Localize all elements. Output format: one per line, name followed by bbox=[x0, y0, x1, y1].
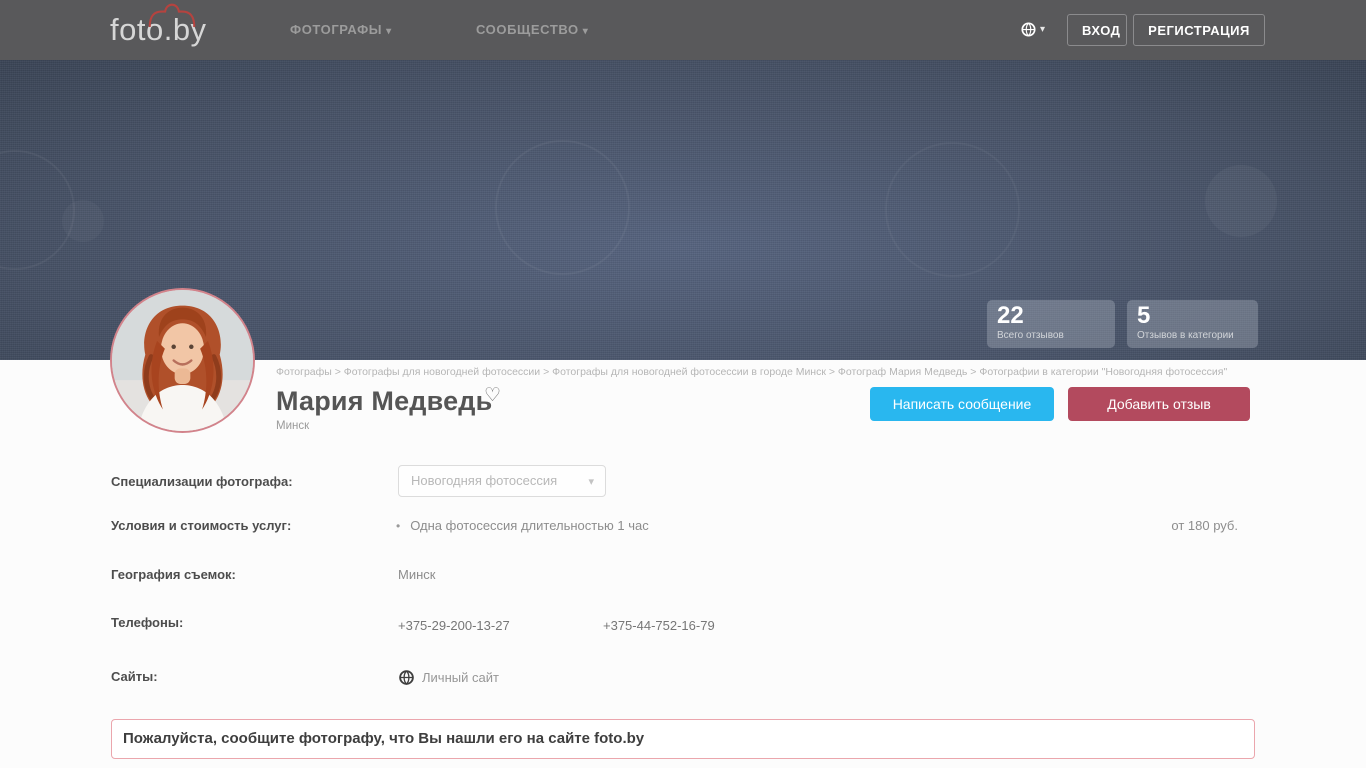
phones-label: Телефоны: bbox=[111, 615, 184, 630]
stat-value: 5 bbox=[1137, 302, 1151, 329]
phone-number: +375-29-200-13-27 bbox=[398, 618, 510, 633]
pricing-item: • Одна фотосессия длительностью 1 час bbox=[396, 518, 649, 533]
specialization-select[interactable]: Новогодняя фотосессия ▾ bbox=[398, 465, 606, 497]
decorative-circle bbox=[1205, 165, 1277, 237]
nav-item-label: ФОТОГРАФЫ bbox=[290, 22, 383, 37]
nav-item-community[interactable]: СООБЩЕСТВО ▾ bbox=[476, 0, 588, 60]
pricing-item-text: Одна фотосессия длительностью 1 час bbox=[410, 518, 649, 533]
page: foto.by ФОТОГРАФЫ ▾ СООБЩЕСТВО ▾ ▾ ВХОД РЕ… bbox=[0, 0, 1366, 768]
chevron-down-icon: ▾ bbox=[582, 26, 589, 37]
geography-label: География съемок: bbox=[111, 567, 236, 582]
nav-item-photographers[interactable]: ФОТОГРАФЫ ▾ bbox=[290, 0, 392, 60]
review-stats: 22 Всего отзывов 5 Отзывов в категории bbox=[987, 300, 1270, 348]
decorative-circle bbox=[495, 140, 630, 275]
camera-icon bbox=[148, 3, 196, 27]
specialization-selected-value: Новогодняя фотосессия bbox=[411, 473, 558, 488]
breadcrumb[interactable]: Фотографы > Фотографы для новогодней фот… bbox=[276, 366, 1256, 378]
globe-icon bbox=[1021, 22, 1036, 37]
add-review-button[interactable]: Добавить отзыв bbox=[1068, 387, 1250, 421]
chevron-down-icon: ▾ bbox=[588, 476, 594, 488]
stat-total-reviews: 22 Всего отзывов bbox=[987, 300, 1115, 348]
profile-city: Минск bbox=[276, 420, 310, 432]
sites-label: Сайты: bbox=[111, 669, 158, 684]
geography-value: Минск bbox=[398, 567, 436, 582]
register-button[interactable]: РЕГИСТРАЦИЯ bbox=[1133, 14, 1265, 46]
stat-category-reviews: 5 Отзывов в категории bbox=[1127, 300, 1258, 348]
pricing-price: от 180 руб. bbox=[1171, 518, 1238, 533]
specializations-label: Специализации фотографа: bbox=[111, 474, 293, 489]
avatar bbox=[110, 288, 255, 433]
stat-label: Всего отзывов bbox=[997, 330, 1064, 341]
page-title: Мария Медведь bbox=[276, 386, 493, 416]
navbar: foto.by ФОТОГРАФЫ ▾ СООБЩЕСТВО ▾ ▾ ВХОД РЕ… bbox=[0, 0, 1366, 60]
send-message-button[interactable]: Написать сообщение bbox=[870, 387, 1054, 421]
chevron-down-icon: ▾ bbox=[1040, 24, 1046, 35]
notice-banner: Пожалуйста, сообщите фотографу, что Вы н… bbox=[111, 719, 1255, 759]
login-button[interactable]: ВХОД bbox=[1067, 14, 1127, 46]
stat-value: 22 bbox=[997, 302, 1024, 329]
nav-item-label: СООБЩЕСТВО bbox=[476, 22, 579, 37]
logo[interactable]: foto.by bbox=[110, 3, 207, 52]
chevron-down-icon: ▾ bbox=[386, 26, 392, 37]
stat-label: Отзывов в категории bbox=[1137, 330, 1234, 341]
phone-number: +375-44-752-16-79 bbox=[603, 618, 715, 633]
decorative-circle bbox=[885, 142, 1020, 277]
personal-site-link[interactable]: Личный сайт bbox=[399, 670, 499, 685]
personal-site-label: Личный сайт bbox=[422, 670, 499, 685]
decorative-circle bbox=[62, 200, 104, 242]
globe-icon bbox=[399, 670, 414, 685]
language-selector[interactable]: ▾ bbox=[1021, 22, 1045, 37]
favorite-heart-icon[interactable]: ♡ bbox=[484, 384, 501, 407]
bullet-icon: • bbox=[396, 519, 401, 533]
pricing-label: Условия и стоимость услуг: bbox=[111, 518, 292, 533]
